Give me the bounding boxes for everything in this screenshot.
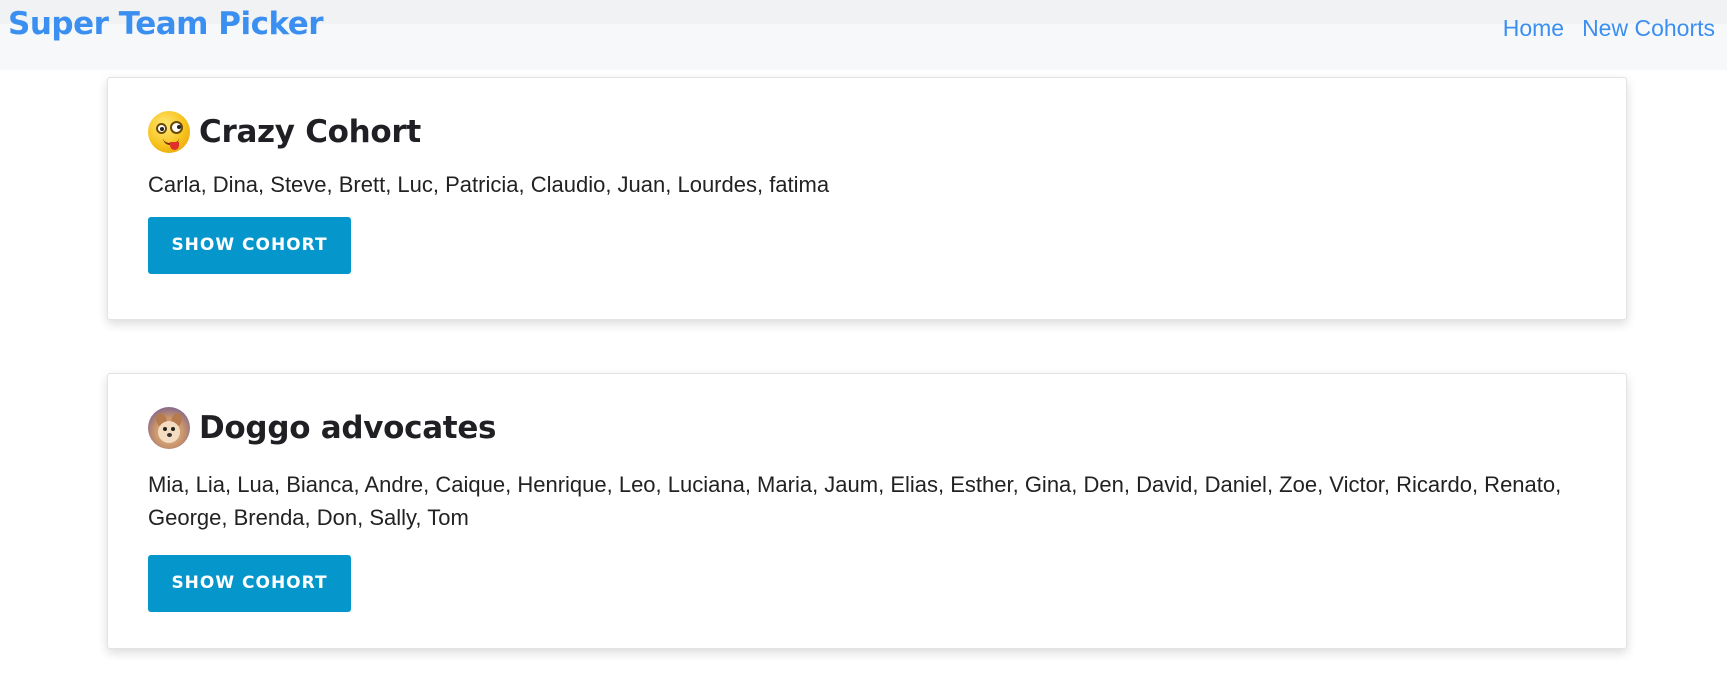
cohort-card: Doggo advocates Mia, Lia, Lua, Bianca, A… <box>107 373 1627 649</box>
nav-links: Home New Cohorts <box>1503 15 1715 42</box>
brand-link[interactable]: Super Team Picker <box>8 6 324 42</box>
show-cohort-button[interactable]: SHOW COHORT <box>148 555 351 612</box>
crazy-face-icon <box>148 111 190 153</box>
show-cohort-button[interactable]: SHOW COHORT <box>148 217 351 274</box>
cohort-title: Doggo advocates <box>148 406 1586 450</box>
cohort-members: Mia, Lia, Lua, Bianca, Andre, Caique, He… <box>148 472 1562 530</box>
dog-avatar-icon <box>148 407 190 449</box>
cohort-name: Doggo advocates <box>199 410 497 446</box>
cohort-card: Crazy Cohort Carla, Dina, Steve, Brett, … <box>107 77 1627 320</box>
cohort-name: Crazy Cohort <box>199 114 421 150</box>
cohort-members: Carla, Dina, Steve, Brett, Luc, Patricia… <box>148 172 830 197</box>
navbar: Super Team Picker Home New Cohorts <box>0 0 1727 70</box>
cohort-title: Crazy Cohort <box>148 110 1586 154</box>
nav-link-new-cohorts[interactable]: New Cohorts <box>1582 15 1715 42</box>
nav-link-home[interactable]: Home <box>1503 15 1564 42</box>
